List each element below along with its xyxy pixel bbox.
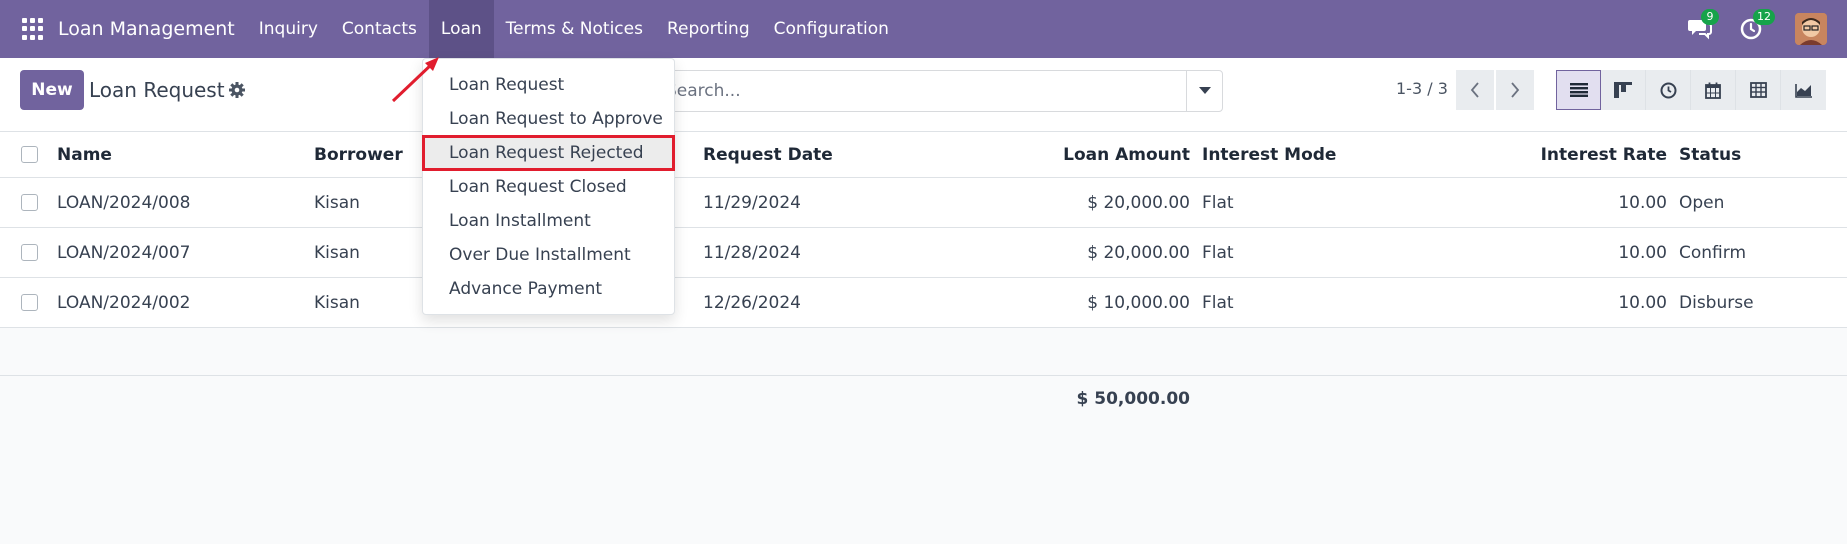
dropdown-item-loan-request-rejected[interactable]: Loan Request Rejected — [422, 135, 675, 171]
calendar-view-button[interactable] — [1691, 70, 1736, 110]
pivot-view-button[interactable] — [1736, 70, 1781, 110]
cell-interest-rate: 10.00 — [1618, 242, 1667, 263]
list-icon — [1569, 83, 1588, 97]
annotation-arrow-icon — [391, 57, 439, 103]
column-loan-amount[interactable]: Loan Amount — [1000, 132, 1190, 177]
dropdown-item-loan-request-to-approve[interactable]: Loan Request to Approve — [423, 102, 674, 136]
cell-interest-mode: Flat — [1202, 192, 1234, 213]
control-panel: New Loan Request 1-3 / 3 — [0, 58, 1847, 132]
dropdown-item-loan-request-closed[interactable]: Loan Request Closed — [423, 170, 674, 204]
cell-name: LOAN/2024/007 — [57, 242, 191, 263]
activity-view-button[interactable] — [1646, 70, 1691, 110]
table-header: Name Borrower Request Date Loan Amount I… — [0, 132, 1847, 178]
table-row[interactable]: LOAN/2024/008 Kisan 11/29/2024 $ 20,000.… — [0, 178, 1847, 228]
column-interest-mode[interactable]: Interest Mode — [1202, 132, 1336, 177]
dropdown-item-over-due-installment[interactable]: Over Due Installment — [423, 238, 674, 272]
cell-status: Open — [1679, 192, 1725, 213]
cell-request-date: 11/29/2024 — [703, 192, 801, 213]
app-brand[interactable]: Loan Management — [58, 18, 235, 40]
dropdown-item-loan-installment[interactable]: Loan Installment — [423, 204, 674, 238]
pager-previous-button[interactable] — [1456, 70, 1494, 110]
list-view-button[interactable] — [1556, 70, 1601, 110]
chevron-right-icon — [1511, 82, 1520, 98]
search-options-toggle[interactable] — [1186, 71, 1222, 111]
menu-inquiry[interactable]: Inquiry — [247, 0, 330, 58]
cell-borrower: Kisan — [314, 242, 360, 263]
messages-badge: 9 — [1701, 9, 1719, 25]
kanban-icon — [1614, 82, 1632, 98]
cell-request-date: 11/28/2024 — [703, 242, 801, 263]
cell-loan-amount: $ 20,000.00 — [1087, 192, 1190, 213]
select-all-checkbox[interactable] — [21, 145, 38, 163]
cell-interest-rate: 10.00 — [1618, 192, 1667, 213]
row-checkbox[interactable] — [21, 293, 38, 311]
cell-name: LOAN/2024/008 — [57, 192, 191, 213]
loan-request-list: Name Borrower Request Date Loan Amount I… — [0, 132, 1847, 328]
cell-loan-amount: $ 10,000.00 — [1087, 292, 1190, 313]
loan-dropdown-menu: Loan Request Loan Request to Approve Loa… — [422, 58, 675, 315]
cell-borrower: Kisan — [314, 292, 360, 313]
row-checkbox[interactable] — [21, 243, 38, 261]
table-row[interactable]: LOAN/2024/002 Kisan 12/26/2024 $ 10,000.… — [0, 278, 1847, 328]
column-status[interactable]: Status — [1679, 132, 1741, 177]
activities-clock-icon[interactable]: 12 — [1739, 9, 1775, 43]
cell-status: Confirm — [1679, 242, 1747, 263]
chevron-left-icon — [1470, 82, 1479, 98]
pager-next-button[interactable] — [1496, 70, 1534, 110]
gear-icon[interactable] — [228, 81, 246, 99]
pager-value[interactable]: 1-3 / 3 — [1396, 79, 1448, 98]
table-row[interactable]: LOAN/2024/007 Kisan 11/28/2024 $ 20,000.… — [0, 228, 1847, 278]
menu-loan[interactable]: Loan — [428, 0, 494, 58]
cell-status: Disburse — [1679, 292, 1754, 313]
column-interest-rate[interactable]: Interest Rate — [1500, 132, 1667, 177]
caret-down-icon — [1198, 87, 1211, 94]
messages-icon[interactable]: 9 — [1687, 9, 1719, 43]
calendar-icon — [1705, 82, 1721, 99]
menu-contacts[interactable]: Contacts — [330, 0, 429, 58]
cell-borrower: Kisan — [314, 192, 360, 213]
cell-interest-mode: Flat — [1202, 292, 1234, 313]
column-borrower[interactable]: Borrower — [314, 132, 403, 177]
cell-name: LOAN/2024/002 — [57, 292, 191, 313]
menu-reporting[interactable]: Reporting — [655, 0, 762, 58]
page-title: Loan Request — [89, 78, 225, 102]
apps-menu-icon[interactable] — [22, 18, 44, 40]
activities-badge: 12 — [1753, 9, 1775, 25]
cell-interest-mode: Flat — [1202, 242, 1234, 263]
pivot-table-icon — [1749, 82, 1767, 98]
area-chart-icon — [1794, 83, 1812, 98]
menu-terms-notices[interactable]: Terms & Notices — [494, 0, 655, 58]
clock-icon — [1660, 82, 1676, 98]
search-input[interactable] — [666, 71, 1186, 111]
view-switcher — [1556, 70, 1826, 110]
cell-interest-rate: 10.00 — [1618, 292, 1667, 313]
column-request-date[interactable]: Request Date — [703, 132, 833, 177]
top-navbar: Loan Management Inquiry Contacts Loan Te… — [0, 0, 1847, 58]
kanban-view-button[interactable] — [1601, 70, 1646, 110]
column-name[interactable]: Name — [57, 132, 112, 177]
menu-configuration[interactable]: Configuration — [762, 0, 901, 58]
dropdown-item-advance-payment[interactable]: Advance Payment — [423, 272, 674, 306]
user-avatar[interactable] — [1795, 13, 1827, 45]
new-button[interactable]: New — [20, 70, 84, 110]
graph-view-button[interactable] — [1781, 70, 1826, 110]
empty-list-area — [0, 328, 1847, 376]
cell-request-date: 12/26/2024 — [703, 292, 801, 313]
row-checkbox[interactable] — [21, 193, 38, 211]
loan-amount-total: $ 50,000.00 — [1076, 389, 1190, 409]
dropdown-item-loan-request[interactable]: Loan Request — [423, 68, 674, 102]
search-box — [655, 70, 1223, 112]
cell-loan-amount: $ 20,000.00 — [1087, 242, 1190, 263]
